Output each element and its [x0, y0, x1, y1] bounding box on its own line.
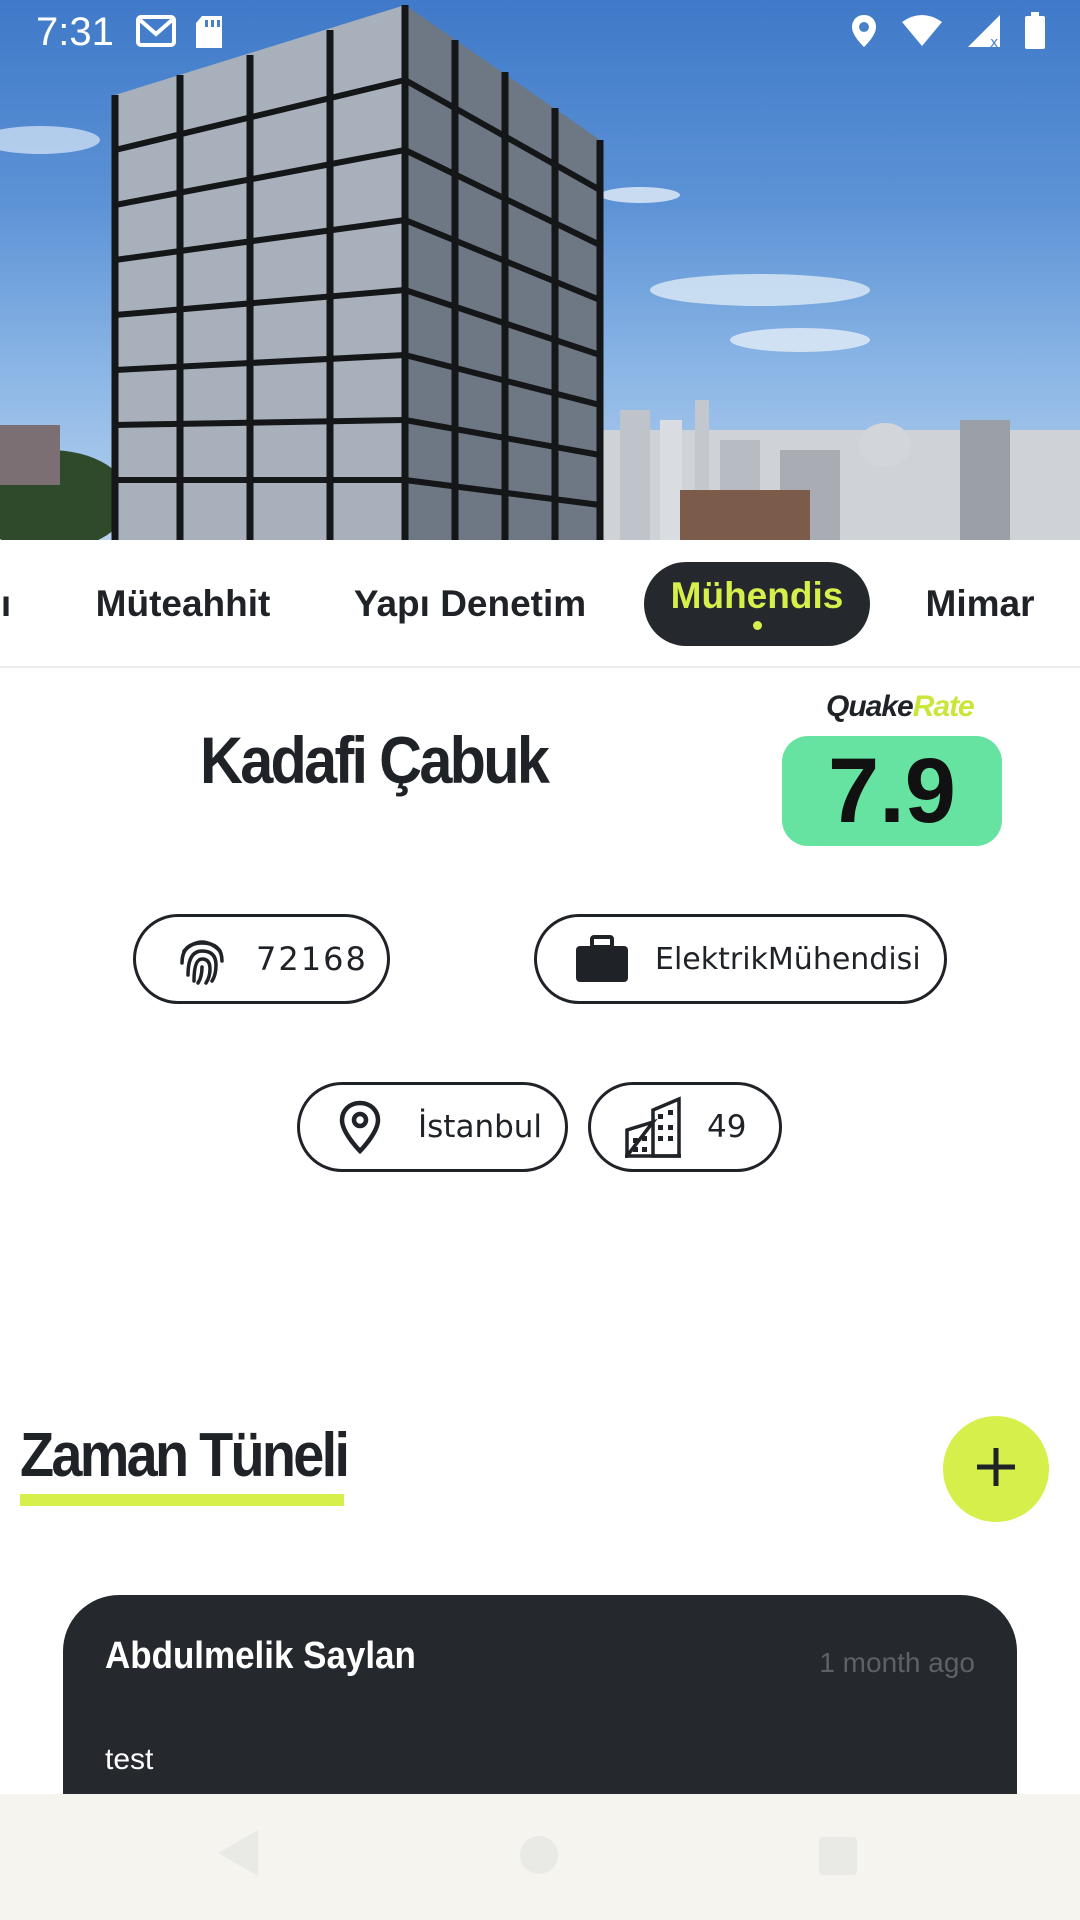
status-bar: 7:31 x [0, 0, 1080, 62]
add-timeline-button[interactable] [943, 1416, 1049, 1522]
entry-author: Abdulmelik Saylan [105, 1635, 416, 1677]
nav-recents-button[interactable] [818, 1836, 858, 1881]
nav-home-button[interactable] [518, 1834, 560, 1881]
id-number: 72168 [256, 940, 368, 978]
location-icon [850, 13, 878, 54]
battery-icon [1024, 12, 1046, 55]
category-tabs: ı Müteahhit Yapı Denetim Mühendis Mimar [0, 540, 1080, 668]
building-count-chip: 49 [588, 1082, 782, 1172]
gmail-icon [136, 14, 176, 55]
tab-mimar[interactable]: Mimar [920, 562, 1040, 646]
active-tab-indicator [753, 621, 762, 630]
status-time: 7:31 [36, 10, 114, 54]
entry-text: test [105, 1743, 154, 1776]
tab-muteahhit[interactable]: Müteahhit [88, 562, 278, 646]
building-count: 49 [707, 1109, 747, 1145]
quakerate-logo-quake: Quake [826, 690, 914, 723]
tab-label: ı [0, 583, 12, 624]
rating-badge: 7.9 [782, 736, 1002, 846]
tab-yapi-denetim[interactable]: Yapı Denetim [350, 562, 590, 646]
briefcase-icon [575, 935, 629, 983]
profile-name: Kadafi Çabuk [200, 723, 550, 797]
home-icon [518, 1834, 560, 1881]
quakerate-logo-rate: Rate [912, 690, 975, 723]
tab-label: Müteahhit [95, 583, 271, 624]
sd-card-icon [194, 14, 224, 55]
timeline-title: Zaman Tüneli [20, 1421, 350, 1490]
nav-back-button[interactable] [216, 1828, 260, 1883]
entry-timestamp: 1 month ago [819, 1647, 975, 1678]
tab-partial[interactable]: ı [0, 562, 16, 646]
tab-label: Mimar [925, 583, 1035, 624]
building-photo [0, 5, 1080, 540]
tab-label: Mühendis [670, 575, 844, 616]
profession-chip: ElektrikMühendisi [534, 914, 947, 1004]
quakerate-logo: QuakeRate [826, 690, 975, 724]
city-chip: İstanbul [297, 1082, 568, 1172]
fingerprint-icon [174, 931, 230, 987]
section-title-underline [20, 1494, 344, 1506]
buildings-icon [623, 1096, 683, 1158]
system-nav-bar [0, 1794, 1080, 1920]
plus-icon [975, 1446, 1017, 1493]
profession-label: ElektrikMühendisi [655, 941, 921, 977]
location-pin-icon [338, 1100, 382, 1154]
id-chip: 72168 [133, 914, 390, 1004]
tab-label: Yapı Denetim [353, 583, 587, 624]
svg-text:x: x [990, 35, 998, 49]
back-icon [216, 1828, 260, 1883]
hero-image [0, 0, 1080, 540]
signal-icon: x [966, 13, 1002, 54]
wifi-icon [900, 14, 944, 53]
city-label: İstanbul [418, 1109, 543, 1145]
tab-muhendis[interactable]: Mühendis [644, 562, 870, 646]
recents-icon [818, 1836, 858, 1881]
